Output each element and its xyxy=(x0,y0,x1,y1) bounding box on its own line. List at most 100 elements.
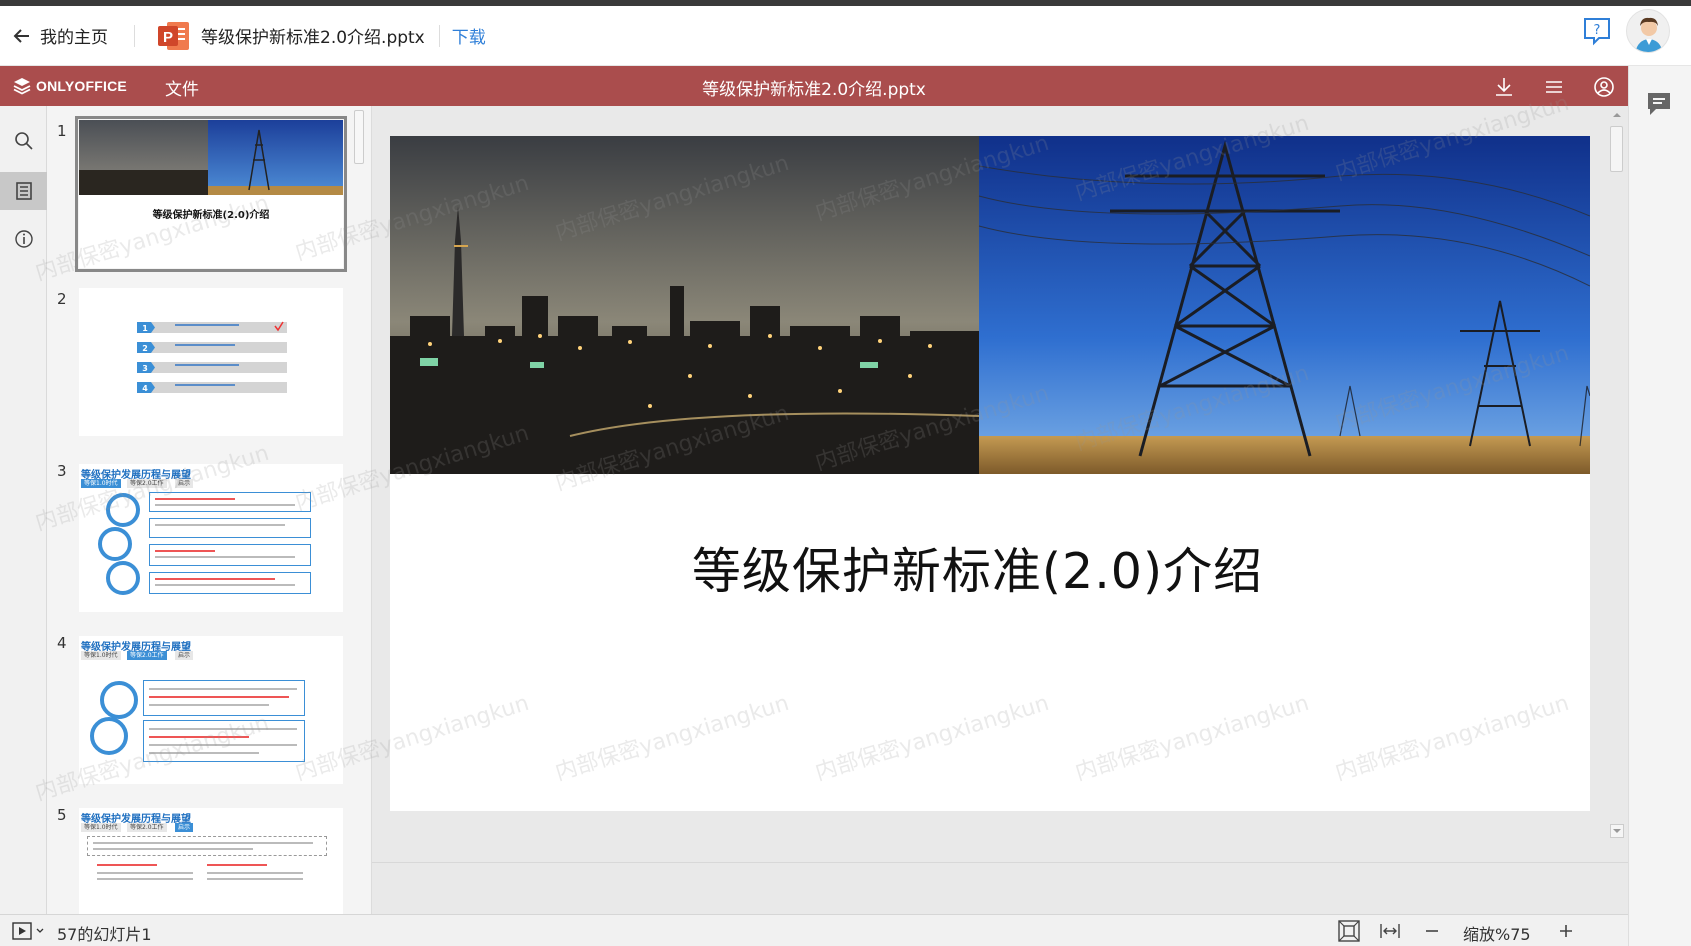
thumbnail-text-line xyxy=(155,550,215,552)
thumbnail-text-line xyxy=(97,872,193,874)
thumbnails-scrollbar[interactable] xyxy=(354,110,364,164)
thumbnail-text-box xyxy=(149,492,311,512)
zoom-in-button[interactable] xyxy=(1554,919,1578,943)
thumbnail-text-line xyxy=(155,524,285,526)
slides-panel-icon xyxy=(15,182,32,200)
slide-counter: 57的幻灯片1 xyxy=(57,925,152,944)
slide-thumbnails-panel[interactable]: 1 等级保护新标准(2.0)介绍 2 1 2 3 4 3 等级保护发展历程与展望… xyxy=(47,106,372,914)
thumbnail-tab: 等保2.0工作 xyxy=(127,479,167,488)
document-title: 等级保护新标准2.0介绍.pptx xyxy=(702,80,926,100)
thumbnail-cycle-graphic xyxy=(90,681,138,755)
search-icon xyxy=(14,132,33,150)
thumbnail-text-line xyxy=(97,864,157,866)
scroll-up-arrow-icon[interactable] xyxy=(1610,108,1624,122)
info-button[interactable] xyxy=(0,220,47,258)
thumbnail-tab: 等保1.0时代 xyxy=(81,823,121,832)
thumbnail-text-box xyxy=(149,544,311,566)
thumbnail-1-title: 等级保护新标准(2.0)介绍 xyxy=(153,208,270,221)
thumbnail-text-line xyxy=(149,688,297,690)
thumbnail-tab: 启示 xyxy=(175,651,194,660)
search-button[interactable] xyxy=(0,122,47,160)
help-button[interactable]: ? xyxy=(1582,16,1612,46)
download-link[interactable]: 下载 xyxy=(452,23,486,48)
thumbnail-text-line xyxy=(97,878,193,880)
user-circle-icon xyxy=(1594,77,1614,97)
start-slideshow-button[interactable] xyxy=(12,922,46,940)
thumbnail-number: 4 xyxy=(57,634,67,652)
header-divider xyxy=(438,24,440,47)
thumbnail-number: 2 xyxy=(57,290,67,308)
back-label: 我的主页 xyxy=(40,28,108,48)
thumbnail-text-line xyxy=(149,744,297,746)
agenda-number: 3 xyxy=(142,364,148,373)
svg-text:?: ? xyxy=(1594,23,1601,38)
zoom-out-button[interactable] xyxy=(1420,919,1444,943)
thumbnail-text-line xyxy=(207,872,303,874)
thumbnail-slide-5[interactable]: 等级保护发展历程与展望 等保1.0时代 等保2.0工作 启示 xyxy=(79,808,343,914)
user-avatar-icon[interactable] xyxy=(1626,9,1670,53)
thumbnail-text-line xyxy=(149,696,289,698)
download-button[interactable] xyxy=(1493,76,1515,98)
slide-editing-area[interactable]: 等级保护新标准(2.0)介绍 xyxy=(372,106,1628,914)
download-icon xyxy=(1496,78,1512,96)
thumbnail-text-line xyxy=(155,584,295,586)
file-name: 等级保护新标准2.0介绍.pptx xyxy=(201,28,425,48)
back-to-home-button[interactable]: 我的主页 xyxy=(12,23,108,48)
thumbnail-text-box xyxy=(143,680,305,716)
thumbnail-text-line xyxy=(155,504,295,506)
fit-slide-button[interactable] xyxy=(1337,919,1361,943)
thumbnail-text-box xyxy=(87,836,327,856)
thumbnail-text-box xyxy=(149,572,311,594)
agenda-number: 1 xyxy=(142,324,148,333)
zoom-out-icon xyxy=(1426,930,1438,932)
left-menu xyxy=(0,106,47,914)
thumbnail-1-image: 等级保护新标准(2.0)介绍 xyxy=(79,120,343,221)
vertical-scrollbar-thumb[interactable] xyxy=(1610,126,1623,172)
portal-header: 我的主页 P 等级保护新标准2.0介绍.pptx 下载 xyxy=(0,6,1691,66)
right-side-panel xyxy=(1628,66,1691,946)
thumbnail-text-line xyxy=(207,864,267,866)
help-icon: ? xyxy=(1584,18,1610,46)
thumbnail-tab: 等保2.0工作 xyxy=(127,651,167,660)
thumbnail-tab: 等保2.0工作 xyxy=(127,823,167,832)
fit-width-button[interactable] xyxy=(1378,919,1402,943)
thumbnail-text-line xyxy=(149,736,249,738)
thumbnail-text-line xyxy=(149,752,259,754)
zoom-level[interactable]: 缩放%75 xyxy=(1463,921,1531,945)
thumbnail-tab: 启示 xyxy=(175,479,194,488)
thumbnail-slide-2[interactable]: 1 2 3 4 xyxy=(79,288,343,436)
info-icon xyxy=(14,230,33,248)
slides-panel-button[interactable] xyxy=(0,172,47,210)
thumbnail-tab: 等保1.0时代 xyxy=(81,651,121,660)
thumbnail-slide-1[interactable]: 等级保护新标准(2.0)介绍 xyxy=(75,116,347,272)
thumbnail-cycle-graphic xyxy=(98,493,140,595)
agenda-number: 2 xyxy=(142,344,148,353)
thumbnail-text-line xyxy=(155,578,275,580)
powerpoint-file-icon: P xyxy=(157,20,191,52)
hamburger-menu-icon xyxy=(1546,81,1562,93)
user-button[interactable] xyxy=(1593,76,1615,98)
current-slide[interactable]: 等级保护新标准(2.0)介绍 xyxy=(390,136,1590,811)
editor-header: ONLYOFFICE 文件 等级保护新标准2.0介绍.pptx xyxy=(0,66,1628,106)
zoom-in-icon xyxy=(1560,925,1572,937)
thumbnail-text-line xyxy=(149,728,297,730)
fit-width-icon xyxy=(1380,924,1400,938)
thumbnail-text-box xyxy=(143,720,305,762)
thumbnail-slide-4[interactable]: 等级保护发展历程与展望 等保1.0时代 等保2.0工作 启示 xyxy=(79,636,343,784)
pptx-badge-letter: P xyxy=(163,29,173,46)
play-slideshow-icon xyxy=(12,922,44,940)
thumbnail-tab: 启示 xyxy=(175,823,194,832)
agenda-number: 4 xyxy=(142,384,148,393)
fit-slide-icon xyxy=(1338,920,1360,942)
slide-title[interactable]: 等级保护新标准(2.0)介绍 xyxy=(390,532,1565,603)
thumbnail-slide-3[interactable]: 等级保护发展历程与展望 等保1.0时代 等保2.0工作 启示 xyxy=(79,464,343,612)
status-bar: 57的幻灯片1 缩放%75 xyxy=(0,914,1628,946)
more-menu-button[interactable] xyxy=(1543,76,1565,98)
header-divider xyxy=(134,24,135,47)
thumbnail-number: 5 xyxy=(57,806,67,824)
notes-divider xyxy=(372,862,1628,863)
thumbnail-text-line xyxy=(155,498,235,500)
comments-button[interactable] xyxy=(1645,90,1673,118)
thumbnail-text-line xyxy=(155,556,295,558)
scroll-down-arrow-icon[interactable] xyxy=(1610,824,1624,838)
